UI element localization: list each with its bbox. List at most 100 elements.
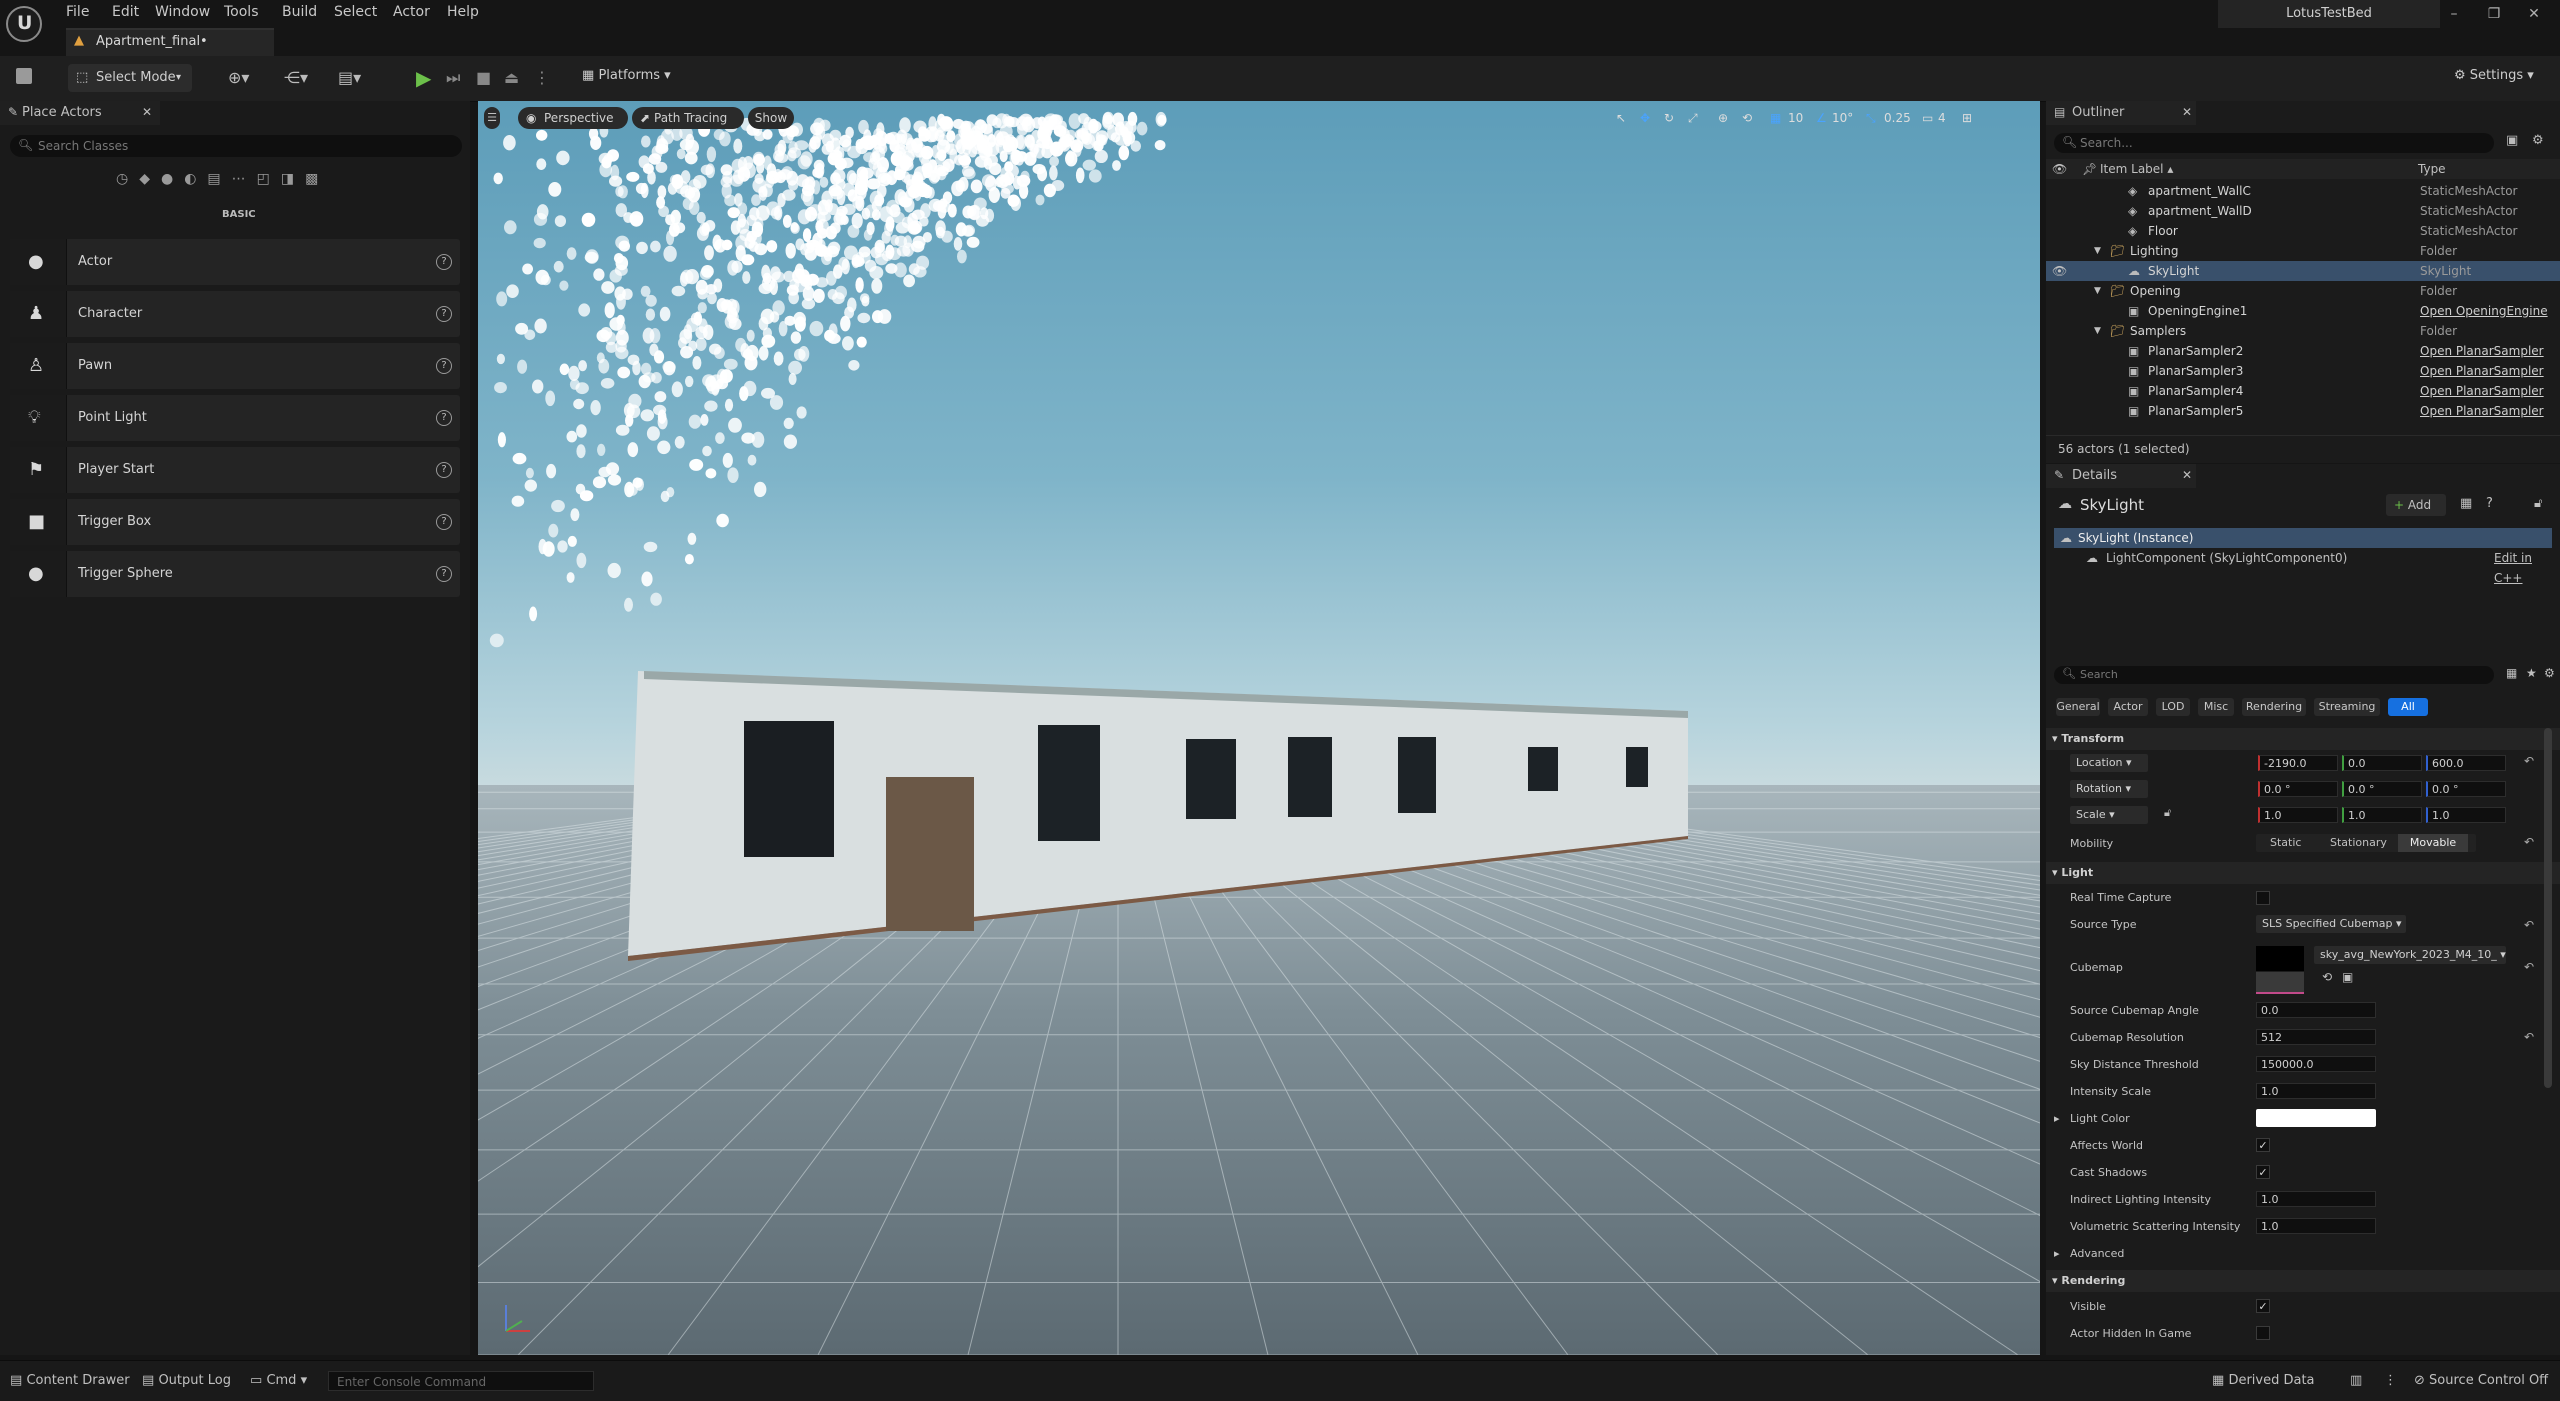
scale-y-field[interactable]: 1.0	[2342, 807, 2422, 823]
filter-tab-general[interactable]: General	[2056, 698, 2100, 716]
more-options-icon[interactable]: ⋮	[534, 68, 550, 87]
category-icons[interactable]: ◷◆●◐▤⋯◰◨▩	[116, 171, 362, 193]
filter-tab-actor[interactable]: Actor	[2108, 698, 2148, 716]
outliner-row[interactable]: ▼ 📁︎ Lighting Folder	[2046, 241, 2560, 261]
filter-tab-misc[interactable]: Misc	[2198, 698, 2234, 716]
light-color-swatch[interactable]	[2256, 1109, 2376, 1127]
layout-icon[interactable]: ⊞	[1962, 107, 1972, 129]
help-icon[interactable]: ?	[436, 254, 452, 270]
outliner-row[interactable]: ▣ PlanarSampler5 Open PlanarSampler	[2046, 401, 2560, 421]
outliner-row[interactable]: ◈ apartment_WallC StaticMeshActor	[2046, 181, 2560, 201]
intensity-scale-field[interactable]: 1.0	[2256, 1083, 2376, 1099]
menu-file[interactable]: File	[66, 0, 89, 24]
actor-item-actor[interactable]: ● Actor?	[10, 239, 460, 285]
menu-tools[interactable]: Tools	[224, 0, 259, 24]
outliner-row[interactable]: ▣ PlanarSampler2 Open PlanarSampler	[2046, 341, 2560, 361]
menu-select[interactable]: Select	[334, 0, 377, 24]
add-folder-icon[interactable]: ▣	[2506, 133, 2518, 148]
outliner-row[interactable]: ▼ 📁︎ Opening Folder	[2046, 281, 2560, 301]
eject-icon[interactable]: ⏏	[504, 68, 519, 87]
visible-checkbox[interactable]: ✓	[2256, 1299, 2270, 1313]
eye-icon[interactable]: 👁︎	[2052, 159, 2067, 179]
column-item-label[interactable]: Item Label ▴	[2100, 159, 2173, 179]
column-type[interactable]: Type	[2418, 159, 2446, 179]
filter-tab-all[interactable]: All	[2388, 698, 2428, 716]
scale-x-field[interactable]: 1.0	[2258, 807, 2338, 823]
select-tool-icon[interactable]: ↖	[1616, 107, 1626, 129]
select-mode-button[interactable]: ⬚ Select Mode ▾	[68, 64, 192, 92]
add-component-button[interactable]: + Add	[2386, 494, 2446, 516]
menu-edit[interactable]: Edit	[112, 0, 139, 24]
settings-button[interactable]: ⚙ Settings ▾	[2454, 68, 2534, 83]
scale-lock-icon[interactable]: 🔓︎	[2164, 806, 2171, 820]
location-y-field[interactable]: 0.0	[2342, 755, 2422, 771]
find-in-browser-icon[interactable]: ▣	[2342, 970, 2353, 984]
stop-icon[interactable]: ■	[476, 68, 491, 87]
outliner-row[interactable]: ◈ apartment_WallD StaticMeshActor	[2046, 201, 2560, 221]
outliner-tab[interactable]: ▤ Outliner ✕	[2046, 101, 2196, 125]
close-tab-icon[interactable]: ✕	[2182, 468, 2192, 482]
cubemap-thumbnail[interactable]	[2256, 946, 2304, 994]
camera-speed-value[interactable]: 4	[1938, 107, 1946, 129]
affects-world-checkbox[interactable]: ✓	[2256, 1138, 2270, 1152]
add-content-icon[interactable]: ⊕▾	[228, 68, 249, 87]
help-icon[interactable]: ?	[436, 514, 452, 530]
blueprints-icon[interactable]: ⋲▾	[284, 68, 308, 87]
outliner-row[interactable]: ▣ OpeningEngine1 Open OpeningEngine	[2046, 301, 2560, 321]
reset-cubemap-resolution-icon[interactable]: ↶	[2524, 1030, 2534, 1044]
filter-tab-lod[interactable]: LOD	[2156, 698, 2190, 716]
play-icon[interactable]: ▶	[416, 66, 431, 90]
expand-arrow-icon[interactable]: ▸	[2054, 1112, 2060, 1125]
rotation-x-field[interactable]: 0.0 °	[2258, 781, 2338, 797]
source-cubemap-angle-field[interactable]: 0.0	[2256, 1002, 2376, 1018]
close-window-icon[interactable]: ✕	[2522, 6, 2546, 24]
expand-arrow-icon[interactable]: ▼	[2094, 321, 2101, 341]
details-tab[interactable]: ✎ Details ✕	[2046, 464, 2196, 488]
sky-distance-field[interactable]: 150000.0	[2256, 1056, 2376, 1072]
view-mode-button[interactable]: ⬈ Path Tracing	[632, 107, 744, 129]
surface-snap-icon[interactable]: ⟲	[1742, 107, 1752, 129]
reset-mobility-icon[interactable]: ↶	[2524, 835, 2534, 849]
eye-icon[interactable]: 👁︎	[2052, 261, 2067, 281]
output-log-button[interactable]: ▤ Output Log	[142, 1373, 231, 1388]
expand-arrow-icon[interactable]: ▸	[2054, 1247, 2060, 1260]
details-scrollbar[interactable]	[2544, 728, 2552, 1088]
cubemap-resolution-field[interactable]: 512	[2256, 1029, 2376, 1045]
expand-arrow-icon[interactable]: ▼	[2094, 281, 2101, 301]
outliner-row-type[interactable]: Open PlanarSampler	[2420, 401, 2544, 421]
menu-build[interactable]: Build	[282, 0, 317, 24]
real-time-capture-checkbox[interactable]	[2256, 891, 2270, 905]
location-z-field[interactable]: 600.0	[2426, 755, 2506, 771]
scale-tool-icon[interactable]: ⤢	[1688, 107, 1698, 129]
details-search-input[interactable]: 🔍︎ Search	[2054, 666, 2494, 684]
show-button[interactable]: Show	[748, 107, 794, 129]
content-drawer-button[interactable]: ▤ Content Drawer	[10, 1373, 130, 1388]
actor-item-trigger-box[interactable]: ■ Trigger Box?	[10, 499, 460, 545]
volumetric-scattering-field[interactable]: 1.0	[2256, 1218, 2376, 1234]
outliner-row-type[interactable]: Open PlanarSampler	[2420, 361, 2544, 381]
actor-item-pawn[interactable]: ♙ Pawn?	[10, 343, 460, 389]
unreal-logo-icon[interactable]: U	[6, 6, 42, 42]
outliner-row[interactable]: ◈ Floor StaticMeshActor	[2046, 221, 2560, 241]
viewport-menu-icon[interactable]: ☰	[484, 107, 500, 129]
reset-source-type-icon[interactable]: ↶	[2524, 918, 2534, 932]
actor-item-player-start[interactable]: ⚑ Player Start?	[10, 447, 460, 493]
filter-tab-streaming[interactable]: Streaming	[2314, 698, 2380, 716]
instance-row[interactable]: ☁ SkyLight (Instance)	[2054, 528, 2552, 548]
outliner-row[interactable]: ▣ PlanarSampler4 Open PlanarSampler	[2046, 381, 2560, 401]
source-type-dropdown[interactable]: SLS Specified Cubemap ▾	[2256, 915, 2406, 933]
rotation-y-field[interactable]: 0.0 °	[2342, 781, 2422, 797]
source-control-button[interactable]: ⊘ Source Control Off	[2414, 1373, 2548, 1388]
outliner-row-type[interactable]: Open OpeningEngine	[2420, 301, 2548, 321]
component-row[interactable]: ☁ LightComponent (SkyLightComponent0) Ed…	[2054, 548, 2552, 585]
rotation-snap-value[interactable]: 10°	[1832, 107, 1853, 129]
mobility-movable[interactable]: Movable	[2398, 834, 2468, 852]
transform-section[interactable]: ▾ Transform	[2046, 728, 2560, 750]
gear-icon[interactable]: ⚙	[2544, 666, 2555, 680]
platforms-button[interactable]: ▦ Platforms ▾	[582, 68, 671, 83]
minimize-icon[interactable]: –	[2442, 6, 2466, 24]
blueprint-icon[interactable]: ▦	[2460, 496, 2472, 511]
actor-item-point-light[interactable]: 💡︎ Point Light?	[10, 395, 460, 441]
expand-arrow-icon[interactable]: ▼	[2094, 241, 2101, 261]
world-space-icon[interactable]: ⊕	[1718, 107, 1728, 129]
